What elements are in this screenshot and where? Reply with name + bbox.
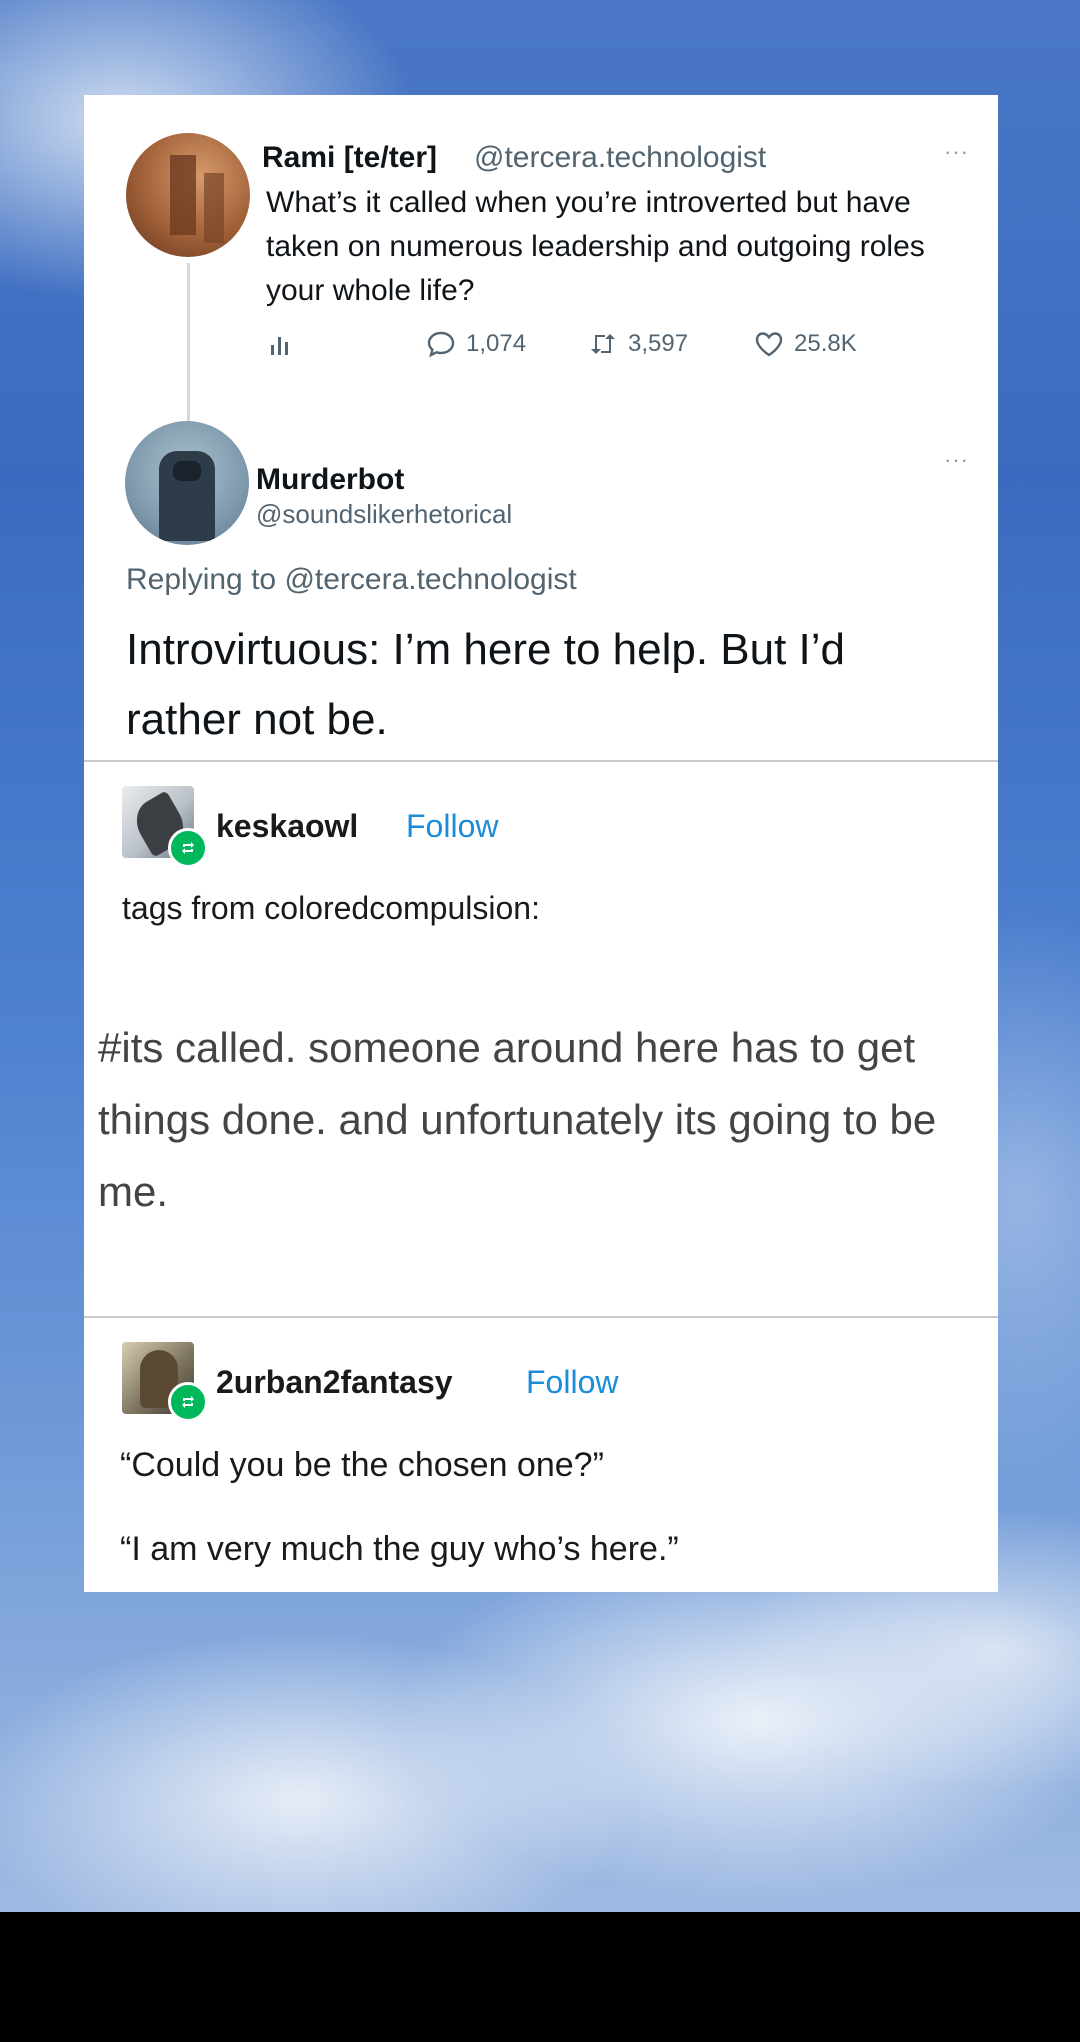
follow-button[interactable]: Follow: [526, 1364, 618, 1401]
reply-count: 1,074: [466, 330, 527, 357]
follow-button[interactable]: Follow: [406, 808, 498, 845]
tumblr-post: keskaowl Follow tags from coloredcompuls…: [84, 762, 998, 1317]
tweet-text: What’s it called when you’re introverted…: [266, 186, 925, 307]
reply-author-handle[interactable]: @soundslikerhetorical: [256, 499, 512, 530]
tags-intro: tags from coloredcompulsion:: [122, 890, 540, 926]
tweet-card: Rami [te/ter] @tercera.technologist ··· …: [84, 95, 998, 761]
reply-icon: [427, 331, 455, 358]
replying-to: Replying to @tercera.technologist: [126, 563, 577, 597]
analytics-icon[interactable]: [266, 329, 296, 359]
heart-icon: [755, 332, 783, 357]
reply-text: Introvirtuous: I’m here to help. But I’d…: [126, 625, 846, 744]
reply-button[interactable]: 1,074: [426, 329, 526, 359]
avatar[interactable]: [126, 133, 250, 257]
reblog-icon: [168, 1382, 208, 1422]
more-options-icon[interactable]: ···: [944, 139, 969, 165]
post-text-line: “Could you be the chosen one?”: [120, 1446, 604, 1484]
retweet-button[interactable]: 3,597: [588, 329, 688, 359]
replying-to-handle[interactable]: @tercera.technologist: [284, 563, 576, 596]
author-handle[interactable]: @tercera.technologist: [474, 141, 766, 175]
bottom-black-bar: [0, 1912, 1080, 2042]
reply-author-name[interactable]: Murderbot: [256, 463, 404, 497]
more-options-icon[interactable]: ···: [944, 447, 969, 473]
username[interactable]: keskaowl: [216, 808, 358, 845]
replying-to-label: Replying to: [126, 563, 277, 596]
avatar[interactable]: [125, 421, 249, 545]
post-text-line: “I am very much the guy who’s here.”: [120, 1530, 679, 1568]
retweet-count: 3,597: [628, 330, 689, 357]
reblog-icon: [168, 828, 208, 868]
retweet-icon: [591, 334, 615, 354]
tumblr-post: 2urban2fantasy Follow “Could you be the …: [84, 1318, 998, 1592]
tags-text: #its called. someone around here has to …: [98, 1024, 937, 1215]
tweet-stats: 1,074 3,597 25.8K: [266, 329, 966, 369]
username[interactable]: 2urban2fantasy: [216, 1364, 453, 1401]
like-button[interactable]: 25.8K: [754, 329, 857, 359]
like-count: 25.8K: [794, 330, 857, 357]
author-name[interactable]: Rami [te/ter]: [262, 141, 437, 175]
